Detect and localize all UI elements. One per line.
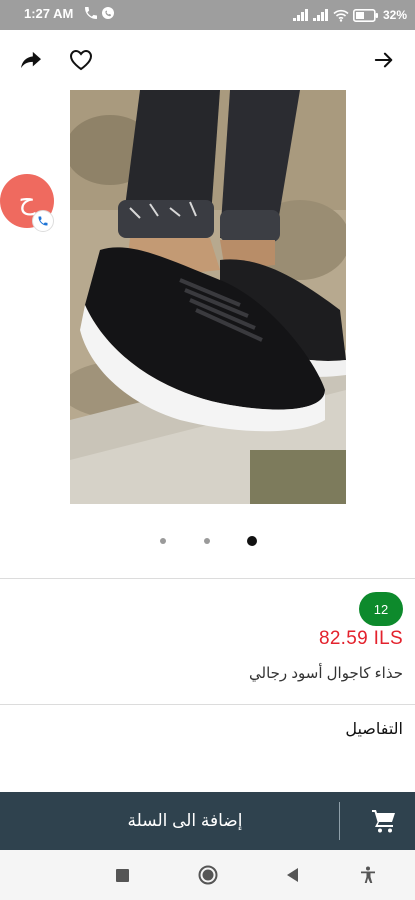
recents-square-icon[interactable] bbox=[112, 865, 132, 885]
status-bar: 1:27 AM 32% bbox=[0, 0, 415, 30]
heart-icon[interactable] bbox=[66, 45, 96, 75]
details-heading[interactable]: التفاصيل bbox=[345, 719, 403, 739]
product-name: حذاء كاجوال أسود رجالي bbox=[249, 665, 403, 682]
contact-call-badge[interactable]: ح bbox=[0, 174, 54, 232]
battery-percent: 32% bbox=[382, 8, 407, 22]
wifi-icon bbox=[333, 9, 349, 22]
battery-icon bbox=[352, 8, 379, 22]
accessibility-icon[interactable] bbox=[358, 865, 378, 885]
divider bbox=[0, 578, 415, 579]
add-to-cart-bar[interactable]: إضافة الى السلة bbox=[0, 792, 415, 850]
share-icon[interactable] bbox=[16, 45, 46, 75]
call-icon bbox=[83, 5, 99, 21]
divider bbox=[0, 704, 415, 705]
status-right-group: 32% bbox=[292, 5, 407, 25]
carousel-dot-active[interactable] bbox=[247, 536, 257, 546]
carousel-dot[interactable] bbox=[160, 538, 166, 544]
add-to-cart-button[interactable]: إضافة الى السلة bbox=[60, 792, 310, 850]
cart-icon[interactable] bbox=[371, 809, 397, 833]
product-image[interactable] bbox=[70, 90, 346, 504]
quantity-badge: 12 bbox=[359, 592, 403, 626]
signal-icon bbox=[312, 9, 329, 21]
system-nav-bar bbox=[0, 850, 415, 900]
product-price: 82.59 ILS bbox=[318, 628, 403, 649]
phone-icon[interactable] bbox=[32, 210, 54, 232]
carousel-indicator bbox=[0, 533, 415, 549]
carousel-dot[interactable] bbox=[204, 538, 210, 544]
arrow-right-icon[interactable] bbox=[369, 45, 399, 75]
home-circle-icon[interactable] bbox=[198, 865, 218, 885]
status-time: 1:27 AM bbox=[24, 6, 74, 21]
cart-separator bbox=[339, 802, 340, 840]
signal-icon bbox=[292, 9, 309, 21]
top-bar bbox=[0, 30, 415, 90]
back-triangle-icon[interactable] bbox=[283, 865, 303, 885]
whatsapp-icon bbox=[100, 5, 116, 21]
